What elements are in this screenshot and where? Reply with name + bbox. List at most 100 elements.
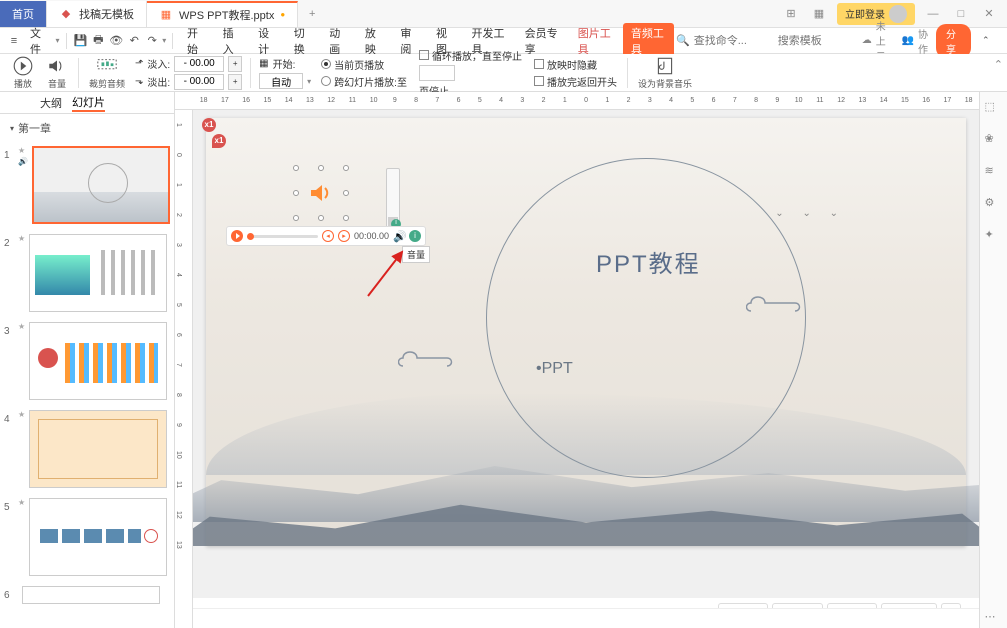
menu-tab-insert[interactable]: 插入 xyxy=(215,25,249,57)
cursor-icon: ↖ xyxy=(395,232,403,243)
player-track[interactable] xyxy=(247,235,318,238)
birds-icon: ⌄ ⌄ ⌄ xyxy=(775,208,846,219)
fadein-input[interactable] xyxy=(174,56,224,72)
print-icon[interactable]: 🖶 xyxy=(90,31,106,51)
tab-doc1[interactable]: ◆ 找稿无模板 xyxy=(47,1,147,27)
save-icon[interactable]: 💾 xyxy=(72,31,88,51)
player-volume-button[interactable]: 🔊↖ xyxy=(393,230,405,242)
player-play-button[interactable] xyxy=(231,230,243,242)
grid-icon[interactable]: ▦ xyxy=(809,4,829,24)
music-icon xyxy=(654,56,676,76)
player-info-icon[interactable]: i xyxy=(409,230,421,242)
tab-home-label: 首页 xyxy=(12,6,34,22)
fadeout-label: 淡出: xyxy=(147,74,170,89)
slide-canvas[interactable]: x1 x1 PPT教程 •PPT ⌄ ⌄ ⌄ xyxy=(206,118,966,546)
ribbon-volume[interactable]: 音量 xyxy=(40,56,74,90)
tab-home[interactable]: 首页 xyxy=(0,1,47,27)
redo-icon[interactable]: ↷ xyxy=(144,31,160,51)
thumb-3[interactable] xyxy=(29,322,167,400)
tab-doc2-label: WPS PPT教程.pptx xyxy=(179,7,274,23)
menu-tab-design[interactable]: 设计 xyxy=(250,25,284,57)
sr-layers-icon[interactable]: ≋ xyxy=(985,164,1003,182)
thumb-6[interactable] xyxy=(22,586,160,604)
resize-handle[interactable] xyxy=(343,190,349,196)
menu-tab-slideshow[interactable]: 放映 xyxy=(357,25,391,57)
start-label: 开始: xyxy=(273,56,296,71)
resize-handle[interactable] xyxy=(293,190,299,196)
fadeout-input[interactable] xyxy=(174,74,224,90)
menu-tab-animation[interactable]: 动画 xyxy=(321,25,355,57)
resize-handle[interactable] xyxy=(318,165,324,171)
file-menu[interactable]: 文件 xyxy=(24,25,54,57)
speaker-icon xyxy=(308,180,334,206)
resize-handle[interactable] xyxy=(343,215,349,221)
thumb-num: 4 xyxy=(4,410,14,488)
thumb-num: 2 xyxy=(4,234,14,312)
red-arrow-icon xyxy=(366,248,406,298)
sr-anim-icon[interactable]: ✦ xyxy=(985,228,1003,246)
preview-icon[interactable]: 👁 xyxy=(108,31,124,51)
tab-outline[interactable]: 大纲 xyxy=(40,95,62,111)
undo-icon[interactable]: ↶ xyxy=(126,31,142,51)
opt-loop[interactable]: 循环播放，直至停止 xyxy=(419,48,522,63)
tab-add[interactable]: + xyxy=(298,8,326,20)
search-box: 🔍 xyxy=(676,34,858,47)
resize-handle[interactable] xyxy=(318,215,324,221)
slide-viewport[interactable]: x1 x1 PPT教程 •PPT ⌄ ⌄ ⌄ xyxy=(193,110,979,598)
skip-fwd-button[interactable]: ▸ xyxy=(338,230,350,242)
fadeout-up[interactable]: + xyxy=(228,74,242,90)
fadein-up[interactable]: + xyxy=(228,56,242,72)
start-chevron-icon[interactable]: ▾ xyxy=(307,77,311,86)
coop-icon: 👥 xyxy=(902,35,914,46)
audio-object[interactable] xyxy=(296,168,346,218)
annotation-x1-speech: x1 xyxy=(212,134,226,148)
opt-span[interactable]: 跨幻灯片播放:至 xyxy=(321,74,407,89)
thumb-num: 3 xyxy=(4,322,14,400)
menu-chevron-icon[interactable]: ⌃ xyxy=(979,31,993,51)
resize-handle[interactable] xyxy=(293,215,299,221)
ribbon-bgmusic[interactable]: 设为背景音乐 xyxy=(632,56,698,90)
search-cmd-input[interactable] xyxy=(694,35,774,47)
ribbon-crop[interactable]: 裁剪音频 xyxy=(83,56,131,90)
section-chevron-icon: ▾ xyxy=(10,124,14,133)
opt-rewind[interactable]: 播放完返回开头 xyxy=(534,74,617,89)
share-button[interactable]: 分享 xyxy=(936,24,970,58)
thumbs-list[interactable]: 1 ★🔊 2 ★ 3 ★ 4 ★ 5 ★ xyxy=(0,142,174,628)
thumb-2[interactable] xyxy=(29,234,167,312)
search-tpl-input[interactable] xyxy=(778,35,858,47)
sr-select-icon[interactable]: ⬚ xyxy=(985,100,1003,118)
radio-icon xyxy=(321,76,331,86)
skip-back-button[interactable]: ◂ xyxy=(322,230,334,242)
start-select[interactable] xyxy=(259,73,303,89)
thumb-1[interactable] xyxy=(32,146,170,224)
anim-indicator-icon: ★ xyxy=(18,234,25,243)
resize-handle[interactable] xyxy=(293,165,299,171)
menu-tab-transition[interactable]: 切换 xyxy=(286,25,320,57)
menu-icon[interactable]: ≡ xyxy=(6,31,22,51)
menu-tab-start[interactable]: 开始 xyxy=(179,25,213,57)
menu-tab-picture[interactable]: 图片工具 xyxy=(570,25,621,57)
thumb-5[interactable] xyxy=(29,498,167,576)
coop-button[interactable]: 👥 协作 xyxy=(902,26,928,56)
layout-icon[interactable]: ⊞ xyxy=(781,4,801,24)
stop-page-input[interactable] xyxy=(419,65,455,81)
sr-settings-icon[interactable]: ⚙ xyxy=(985,196,1003,214)
main-area: 大纲 幻灯片 ▾ 第一章 1 ★🔊 2 ★ 3 ★ 4 xyxy=(0,92,1007,628)
ribbon-play[interactable]: 播放 xyxy=(6,56,40,90)
thumb-4[interactable] xyxy=(29,410,167,488)
checkbox-icon xyxy=(419,50,429,60)
resize-handle[interactable] xyxy=(343,165,349,171)
volume-slider[interactable]: i xyxy=(386,168,400,228)
sr-more-icon[interactable]: ⋯ xyxy=(985,610,1003,628)
opt-hide[interactable]: 放映时隐藏 xyxy=(534,57,617,72)
tab-doc2[interactable]: ▦ WPS PPT教程.pptx ● xyxy=(147,1,298,27)
tab-slides[interactable]: 幻灯片 xyxy=(72,94,105,112)
section-title[interactable]: ▾ 第一章 xyxy=(0,114,174,142)
qat-chevron-icon: ▾ xyxy=(162,36,166,45)
opt-current[interactable]: 当前页播放 xyxy=(321,57,407,72)
sr-design-icon[interactable]: ❀ xyxy=(985,132,1003,150)
volume-label: 音量 xyxy=(48,77,66,90)
audio-player: ◂ ▸ 00:00.00 🔊↖ i xyxy=(226,226,426,246)
ribbon-collapse[interactable]: ⌃ xyxy=(994,58,1003,71)
track-position-icon[interactable] xyxy=(247,233,254,240)
